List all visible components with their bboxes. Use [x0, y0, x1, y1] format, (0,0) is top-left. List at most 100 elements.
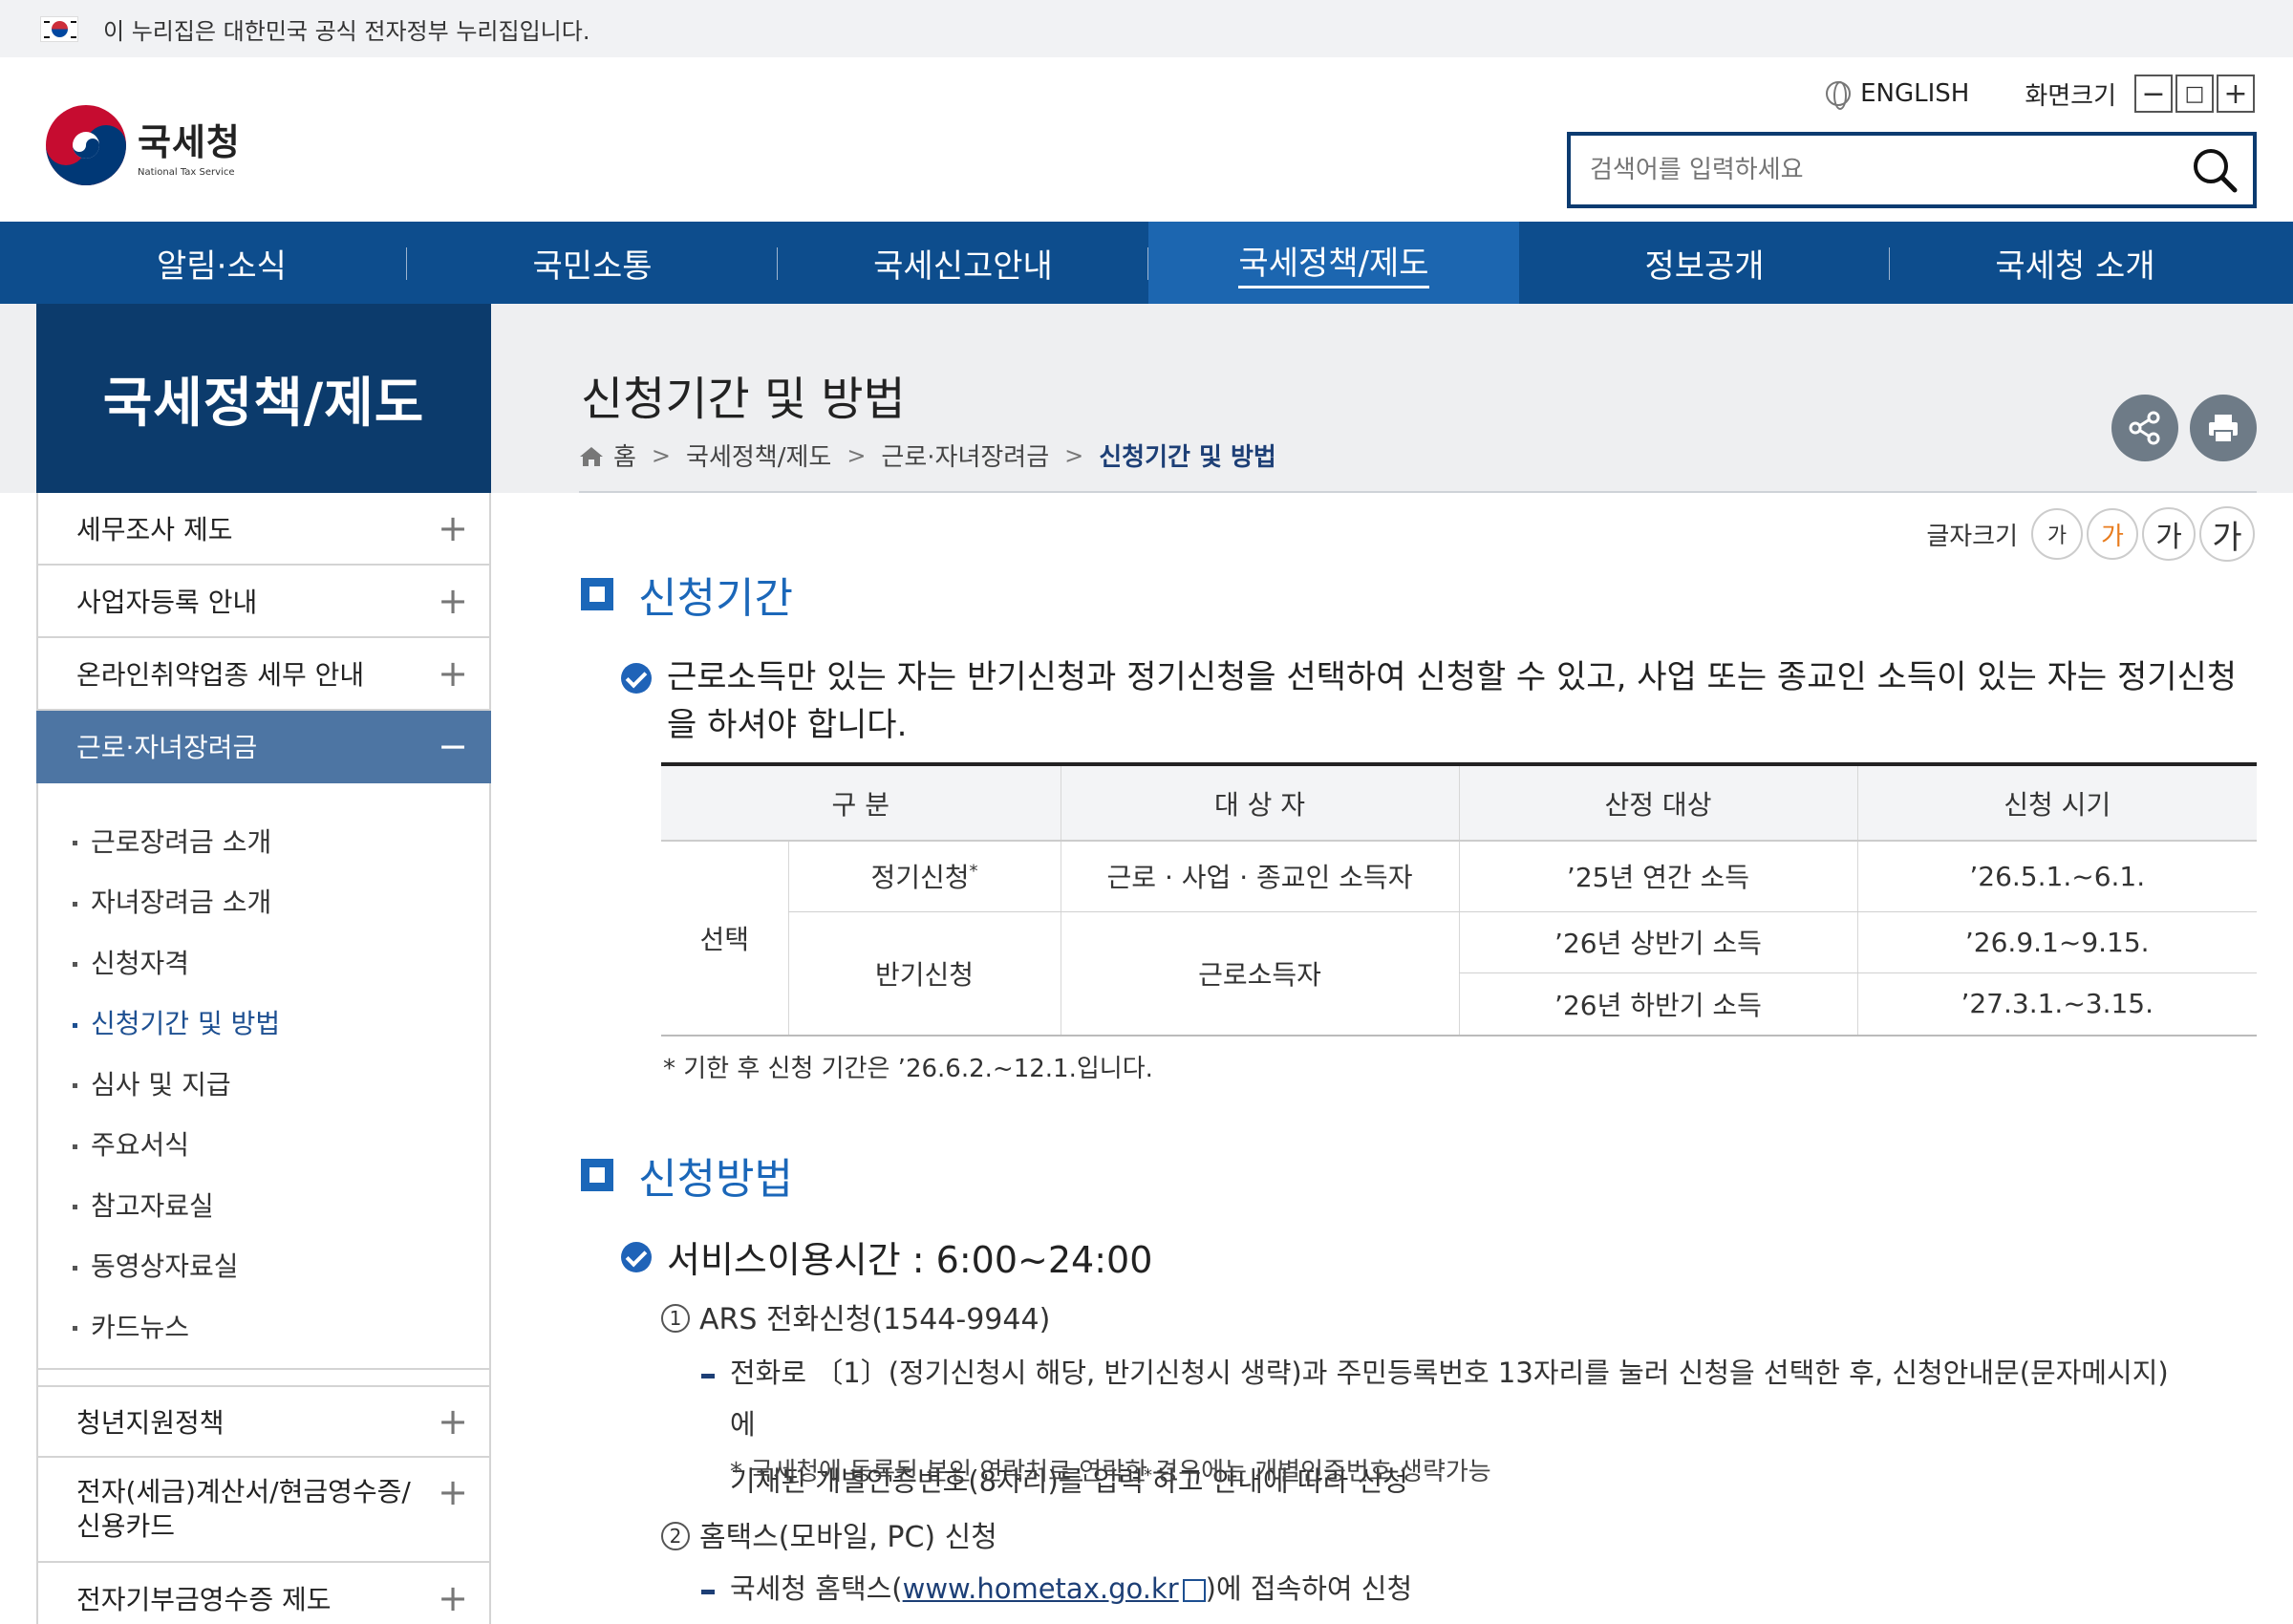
- table-cell-basis: ’26년 상반기 소득: [1458, 911, 1857, 973]
- gnb-item-disclosure[interactable]: 정보공개: [1519, 222, 1890, 304]
- side-navigation: 세무조사 제도 + 사업자등록 안내 + 온라인취약업종 세무 안내 + 근로·자녀장…: [36, 493, 491, 1624]
- sub-item-period-method[interactable]: 신청기간 및 방법: [73, 993, 489, 1054]
- gov-banner-text: 이 누리집은 대한민국 공식 전자정부 누리집입니다.: [103, 17, 590, 45]
- gnb-item-tax-filing[interactable]: 국세신고안내: [778, 222, 1148, 304]
- zoom-out-button[interactable]: −: [2134, 75, 2173, 113]
- plus-icon: +: [438, 580, 468, 622]
- table-cell-basis: ’25년 연간 소득: [1458, 841, 1857, 912]
- table-header: 구 분: [661, 762, 1061, 842]
- lnb-item-online-business[interactable]: 온라인취약업종 세무 안내 +: [36, 638, 491, 711]
- table-cell-target: 근로 · 사업 · 종교인 소득자: [1060, 841, 1459, 912]
- share-icon: [2129, 411, 2160, 445]
- breadcrumb-home[interactable]: 홈: [613, 438, 636, 473]
- breadcrumb-current: 신청기간 및 방법: [1099, 443, 1276, 472]
- font-size-xlarge-button[interactable]: 가: [2199, 506, 2255, 562]
- method-hometax-description: 국세청 홈택스(www.hometax.go.kr)에 접속하여 신청: [701, 1563, 2192, 1614]
- font-size-label: 글자크기: [1926, 522, 2018, 551]
- plus-icon: +: [438, 652, 468, 694]
- font-size-medium-button[interactable]: 가: [2087, 508, 2138, 560]
- sub-item-card-news[interactable]: 카드뉴스: [73, 1295, 489, 1357]
- table-cell-target: 근로소득자: [1060, 911, 1459, 1036]
- search-icon[interactable]: [2190, 145, 2239, 195]
- table-cell-type: 정기신청*: [787, 841, 1061, 912]
- sub-item-eitc-intro[interactable]: 근로장려금 소개: [73, 810, 489, 871]
- print-button[interactable]: [2190, 395, 2257, 461]
- sub-item-eligibility[interactable]: 신청자격: [73, 931, 489, 993]
- share-button[interactable]: [2111, 395, 2178, 461]
- chevron-right-icon: >: [651, 441, 672, 469]
- number-circle-icon: 1: [661, 1304, 690, 1333]
- lnb-item-youth-support[interactable]: 청년지원정책 +: [36, 1384, 491, 1458]
- plus-icon: +: [438, 507, 468, 549]
- table-header: 신청 시기: [1856, 762, 2257, 842]
- gnb-item-about[interactable]: 국세청 소개: [1890, 222, 2261, 304]
- external-link-icon[interactable]: [1182, 1579, 1206, 1602]
- lnb-submenu: 근로장려금 소개 자녀장려금 소개 신청자격 신청기간 및 방법 심사 및 지급…: [36, 783, 491, 1370]
- zoom-in-button[interactable]: +: [2217, 75, 2255, 113]
- zoom-reset-button[interactable]: □: [2175, 75, 2214, 113]
- lnb-item-business-registration[interactable]: 사업자등록 안내 +: [36, 566, 491, 638]
- lnb-item-tax-audit[interactable]: 세무조사 제도 +: [36, 493, 491, 566]
- breadcrumb-eitc[interactable]: 근로·자녀장려금: [881, 438, 1049, 473]
- check-circle-icon: [621, 663, 652, 694]
- period-table: 구 분 대 상 자 산정 대상 신청 시기 선택 정기신청* 근로 · 사업 ·…: [661, 762, 2257, 1036]
- sub-item-review-payment[interactable]: 심사 및 지급: [73, 1053, 489, 1114]
- check-circle-icon: [621, 1241, 652, 1272]
- table-cell-basis: ’26년 하반기 소득: [1458, 972, 1857, 1036]
- method-ars-note: * 국세청에 등록된 본인 연락처로 연락한 경우에는 개별인증번호 생략가능: [730, 1458, 1491, 1486]
- lnb-item-e-invoice[interactable]: 전자(세금)계산서/현금영수증/ 신용카드 +: [36, 1457, 491, 1563]
- table-cell-period: ’26.5.1.~6.1.: [1856, 841, 2257, 912]
- font-size-large-button[interactable]: 가: [2142, 507, 2196, 561]
- service-time: 서비스이용시간 : 6:00~24:00: [621, 1230, 1152, 1283]
- table-row: 선택 정기신청* 근로 · 사업 · 종교인 소득자 ’25년 연간 소득 ’2…: [661, 841, 2257, 1036]
- lnb-item-e-donation-receipt[interactable]: 전자기부금영수증 제도 +: [36, 1562, 491, 1624]
- korea-flag-icon: [40, 15, 78, 42]
- search-input[interactable]: [1590, 156, 2182, 184]
- sub-item-forms[interactable]: 주요서식: [73, 1114, 489, 1175]
- sub-item-references[interactable]: 참고자료실: [73, 1174, 489, 1235]
- square-bullet-icon: [581, 1159, 613, 1191]
- gnb-item-tax-policy[interactable]: 국세정책/제도: [1148, 222, 1519, 304]
- title-divider: [579, 491, 2257, 493]
- period-description: 근로소득만 있는 자는 반기신청과 정기신청을 선택하여 신청할 수 있고, 사…: [621, 653, 2245, 749]
- table-cell-period: ’26.9.1~9.15.: [1856, 911, 2257, 973]
- plus-icon: +: [438, 1576, 468, 1619]
- utility-bar: ENGLISH 화면크기 − □ +: [1826, 75, 2255, 113]
- gnb-item-news[interactable]: 알림·소식: [36, 222, 407, 304]
- globe-icon: [1826, 81, 1852, 110]
- main-navigation: 알림·소식 국민소통 국세신고안내 국세정책/제도 정보공개 국세청 소개: [0, 222, 2293, 304]
- method-ars: 1 ARS 전화신청(1544-9944): [661, 1295, 1050, 1337]
- breadcrumb: 홈 > 국세정책/제도 > 근로·자녀장려금 > 신청기간 및 방법: [579, 438, 1276, 473]
- home-icon[interactable]: [579, 445, 604, 466]
- font-size-small-button[interactable]: 가: [2031, 508, 2083, 560]
- chevron-right-icon: >: [846, 441, 867, 469]
- page-title: 신청기간 및 방법: [581, 373, 906, 426]
- table-header: 산정 대상: [1458, 762, 1857, 842]
- english-link[interactable]: ENGLISH: [1826, 79, 1970, 110]
- table-row: 반기신청 근로소득자 ’26년 상반기 소득 ’26.9.1~9.15.: [661, 911, 2257, 1036]
- plus-icon: +: [438, 1400, 468, 1442]
- table-header: 대 상 자: [1060, 762, 1459, 842]
- sub-item-videos[interactable]: 동영상자료실: [73, 1235, 489, 1296]
- gov-banner: 이 누리집은 대한민국 공식 전자정부 누리집입니다.: [0, 0, 2293, 57]
- section-heading-period: 신청기간: [581, 564, 793, 625]
- hometax-link[interactable]: www.hometax.go.kr: [903, 1572, 1179, 1605]
- sub-item-ctc-intro[interactable]: 자녀장려금 소개: [73, 871, 489, 932]
- lnb-title: 국세정책/제도: [36, 304, 491, 493]
- square-bullet-icon: [581, 578, 613, 610]
- gnb-item-communication[interactable]: 국민소통: [407, 222, 778, 304]
- number-circle-icon: 2: [661, 1522, 690, 1550]
- font-size-control: 글자크기 가 가 가 가: [1926, 506, 2255, 562]
- table-cell-type: 반기신청: [787, 911, 1061, 1036]
- print-icon: [2209, 415, 2238, 443]
- english-label: ENGLISH: [1860, 79, 1970, 108]
- lnb-item-earned-income-credit[interactable]: 근로·자녀장려금 −: [36, 711, 491, 783]
- breadcrumb-tax-policy[interactable]: 국세정책/제도: [686, 438, 831, 473]
- logo[interactable]: 국세청 National Tax Service: [44, 103, 241, 187]
- logo-text: 국세청: [138, 121, 241, 163]
- section-heading-method: 신청방법: [581, 1144, 793, 1206]
- plus-icon: +: [438, 1470, 468, 1513]
- minus-icon: −: [438, 725, 468, 767]
- search-box: [1567, 132, 2257, 208]
- table-cell-period: ’27.3.1.~3.15.: [1856, 972, 2257, 1036]
